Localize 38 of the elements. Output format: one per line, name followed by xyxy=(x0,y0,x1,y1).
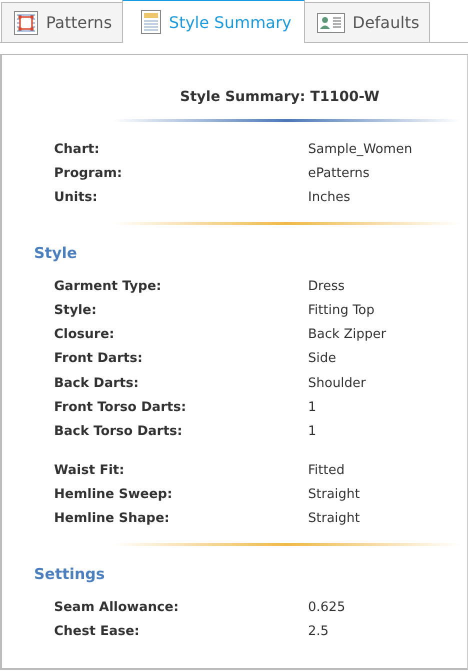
field-value: Side xyxy=(308,351,336,366)
tab[interactable]: Patterns xyxy=(1,2,123,42)
field-value: ePatterns xyxy=(308,166,370,181)
field-label: Hemline Shape: xyxy=(54,511,170,526)
field-value: 0.625 xyxy=(308,600,346,614)
field-label: Units: xyxy=(54,190,98,206)
summary-title: Style Summary: T1100-W xyxy=(179,89,380,107)
contact-card-icon xyxy=(316,12,344,32)
field-value: Shoulder xyxy=(308,376,366,391)
field-label: Garment Type: xyxy=(54,278,162,294)
field-label: Back Darts: xyxy=(54,376,140,391)
field-label: Front Darts: xyxy=(54,351,144,366)
field-label: Waist Fit: xyxy=(54,462,126,478)
field-label: Program: xyxy=(54,166,124,181)
field-value: Straight xyxy=(308,486,360,502)
section-heading: Style xyxy=(33,244,78,262)
field-label: Chest Ease: xyxy=(54,624,140,639)
field-label: Hemline Sweep: xyxy=(54,486,174,502)
field-value: 1 xyxy=(308,424,316,440)
document-icon xyxy=(140,10,161,34)
field-label: Back Torso Darts: xyxy=(54,424,184,440)
pattern-icon xyxy=(14,10,38,34)
field-value: Fitting Top xyxy=(308,302,375,318)
tab[interactable]: Defaults xyxy=(304,2,430,42)
field-value: Back Zipper xyxy=(308,327,386,342)
field-value: 1 xyxy=(308,400,316,416)
field-value: Fitted xyxy=(308,462,345,478)
field-value: Inches xyxy=(308,190,350,206)
field-label: Seam Allowance: xyxy=(54,600,180,614)
field-label: Chart: xyxy=(54,142,100,157)
field-label: Style: xyxy=(54,302,98,318)
field-value: Dress xyxy=(308,278,345,294)
field-label: Closure: xyxy=(54,327,116,342)
field-value: Straight xyxy=(308,511,360,526)
field-label: Front Torso Darts: xyxy=(54,400,188,416)
field-value: 2.5 xyxy=(308,624,329,639)
section-heading: Settings xyxy=(33,564,106,583)
field-value: Sample_Women xyxy=(308,142,412,157)
